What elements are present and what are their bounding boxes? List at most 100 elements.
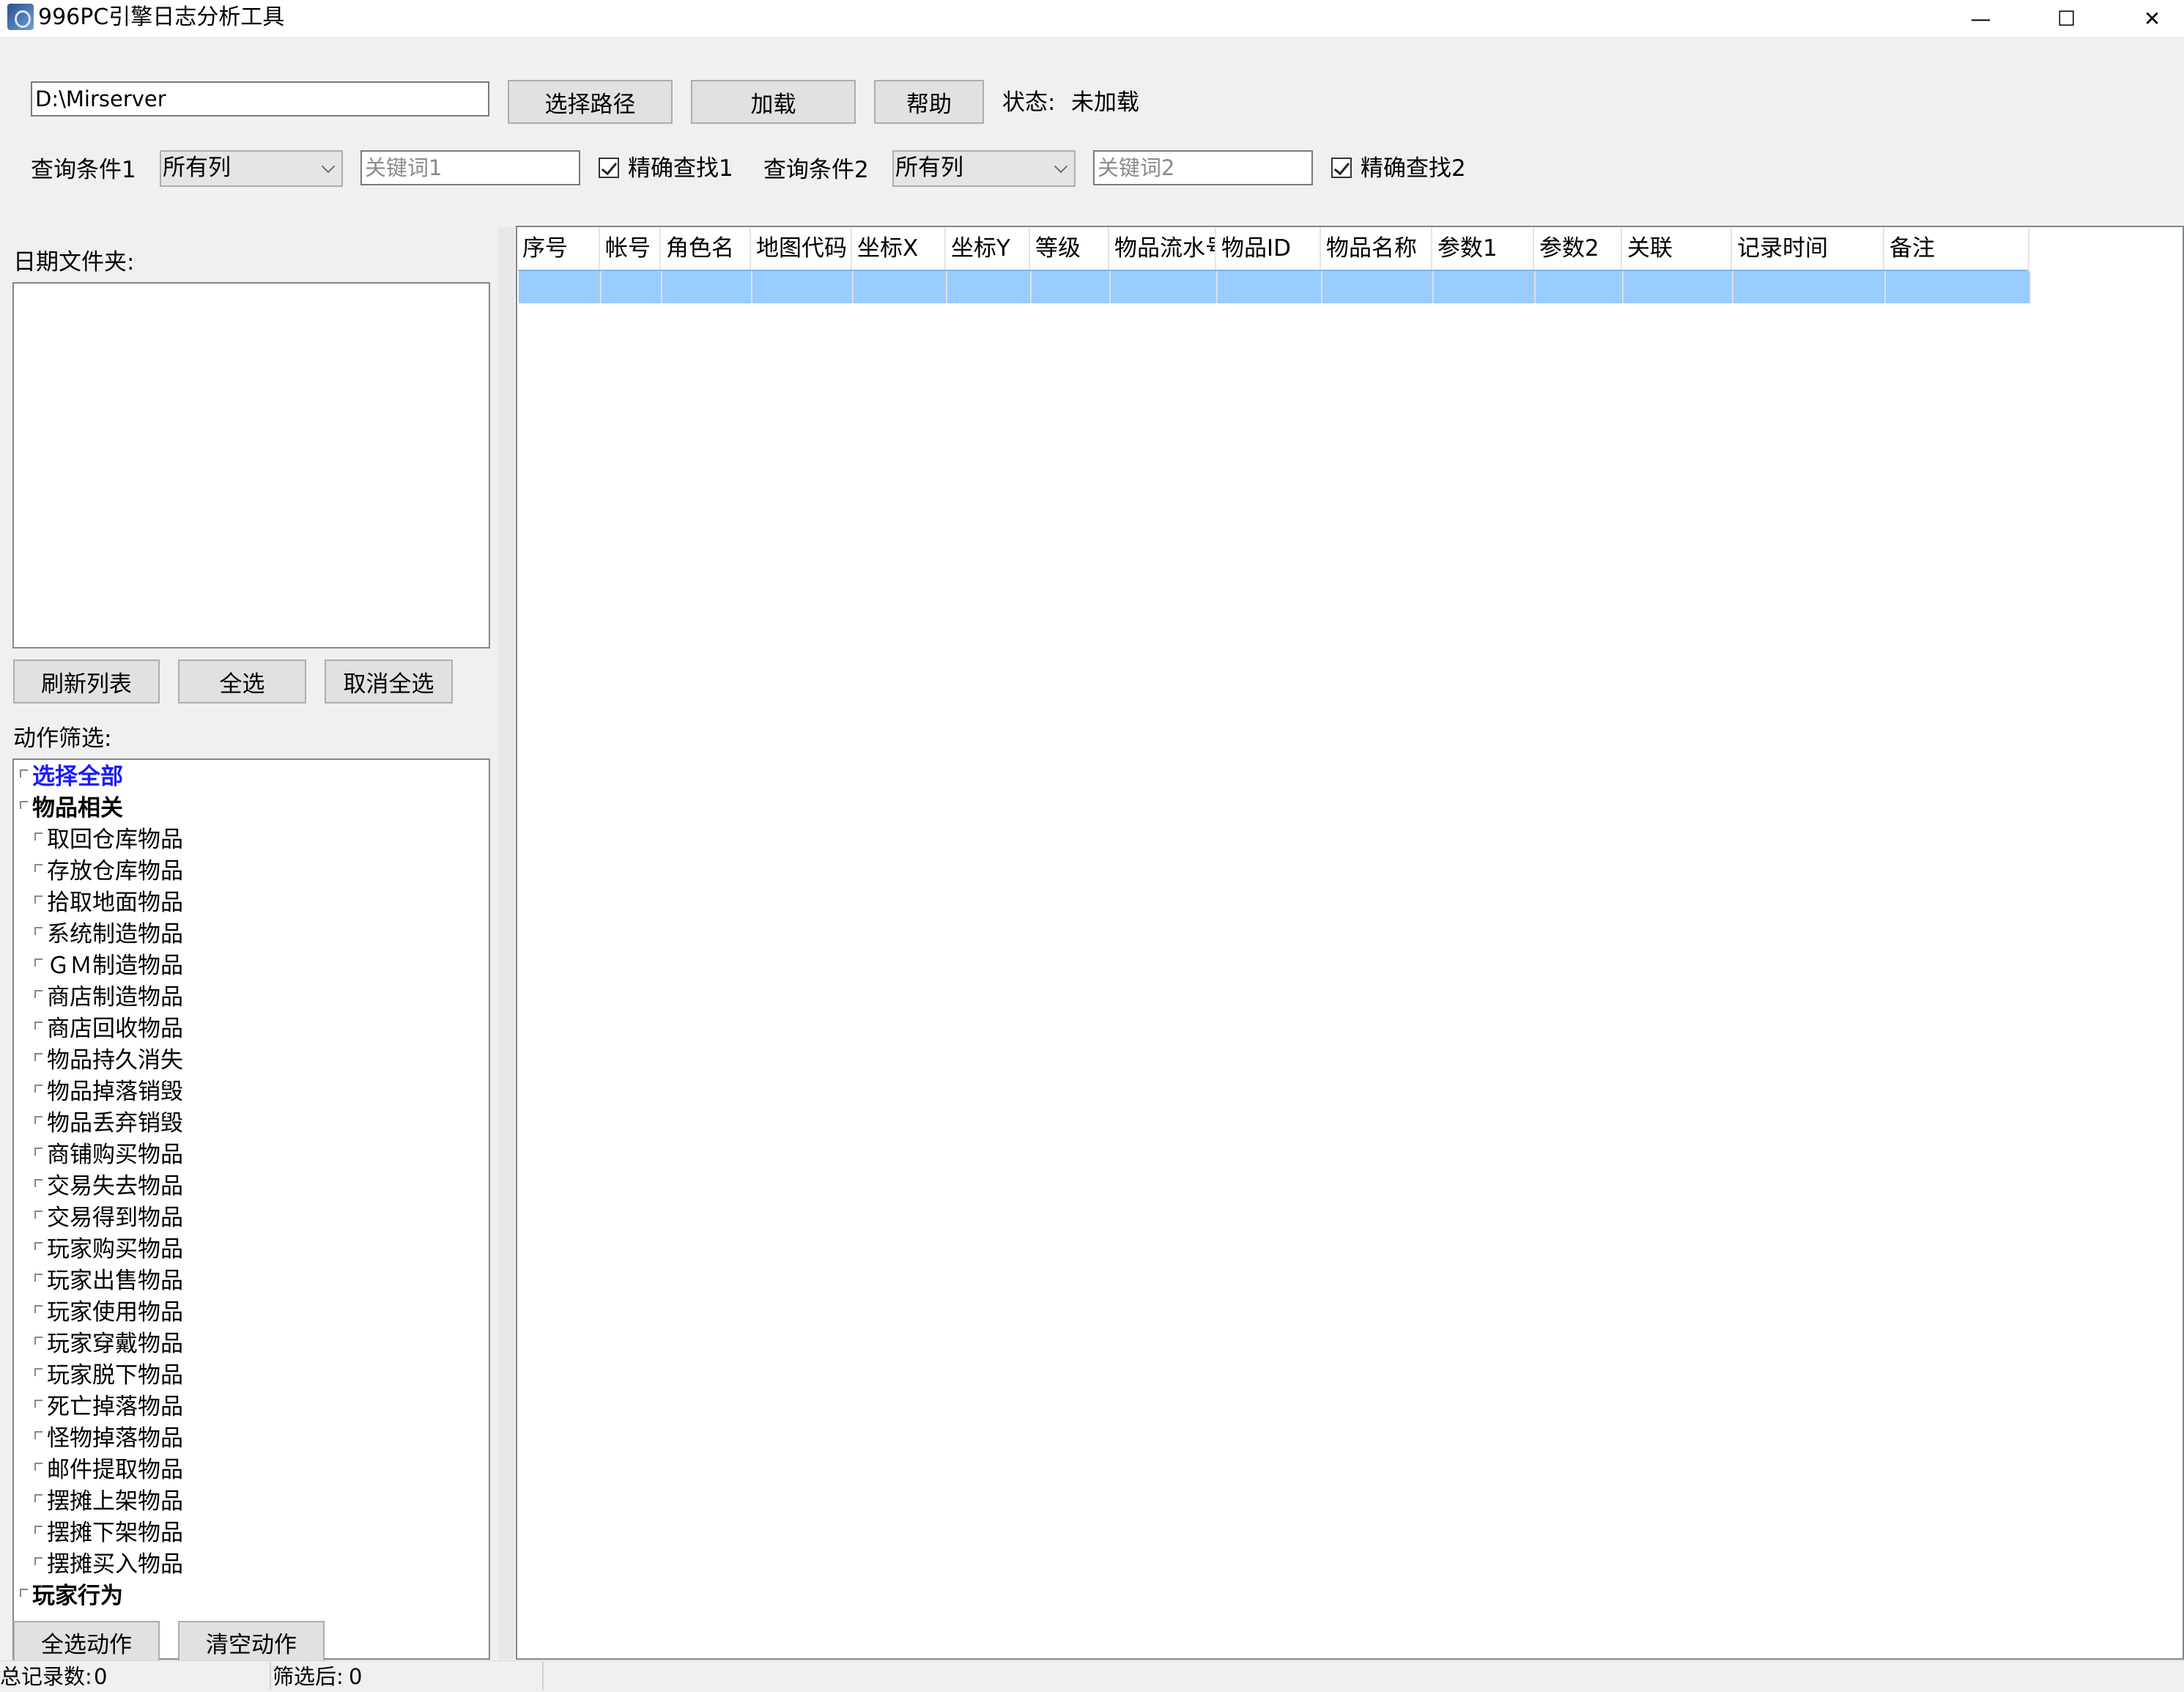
- column-header[interactable]: 参数2: [1534, 227, 1622, 270]
- column-header[interactable]: 物品名称: [1321, 227, 1432, 270]
- close-button[interactable]: ✕: [2109, 0, 2184, 37]
- checkbox-icon[interactable]: [34, 1053, 42, 1061]
- checkbox-icon[interactable]: [34, 1242, 42, 1250]
- checkbox-icon[interactable]: [34, 1526, 42, 1534]
- tree-item[interactable]: 交易失去物品: [18, 1171, 487, 1202]
- table-cell[interactable]: [752, 271, 854, 303]
- table-cell[interactable]: [662, 271, 752, 303]
- table-cell[interactable]: [1111, 271, 1218, 303]
- column-header[interactable]: 坐标X: [852, 227, 946, 270]
- tree-item[interactable]: 物品相关: [18, 793, 487, 824]
- tree-item[interactable]: 物品掉落销毁: [18, 1076, 487, 1108]
- splitter[interactable]: [498, 227, 514, 1660]
- tree-item[interactable]: 玩家购买物品: [18, 1234, 487, 1266]
- minimize-button[interactable]: —: [1938, 0, 2024, 37]
- checkbox-icon[interactable]: [34, 1557, 42, 1565]
- checkbox-icon[interactable]: [34, 1400, 42, 1408]
- exact2-checkbox[interactable]: [1331, 158, 1352, 178]
- checkbox-icon[interactable]: [34, 990, 42, 998]
- column-header[interactable]: 备注: [1884, 227, 2029, 270]
- checkbox-icon[interactable]: [34, 1022, 42, 1030]
- tree-item[interactable]: 死亡掉落物品: [18, 1392, 487, 1423]
- column-header[interactable]: 坐标Y: [946, 227, 1030, 270]
- table-cell[interactable]: [1032, 271, 1111, 303]
- condition1-select[interactable]: 所有列: [160, 150, 343, 187]
- tree-item[interactable]: 交易得到物品: [18, 1202, 487, 1234]
- load-button[interactable]: 加载: [691, 80, 856, 124]
- deselect-all-button[interactable]: 取消全选: [325, 660, 453, 703]
- column-header[interactable]: 角色名: [661, 227, 751, 270]
- checkbox-icon[interactable]: [34, 1148, 42, 1156]
- tree-item[interactable]: 摆摊下架物品: [18, 1518, 487, 1549]
- table-cell[interactable]: [1536, 271, 1624, 303]
- tree-item[interactable]: 玩家脱下物品: [18, 1360, 487, 1392]
- checkbox-icon[interactable]: [34, 1494, 42, 1502]
- checkbox-icon[interactable]: [34, 1116, 42, 1124]
- checkbox-icon[interactable]: [20, 1589, 28, 1597]
- clear-actions-button[interactable]: 清空动作: [178, 1621, 325, 1663]
- action-filter-tree[interactable]: 选择全部 物品相关 取回仓库物品 存放仓库物品 拾取地面物品 系统制造物品 ＧＭ制造物品 商店…: [12, 758, 490, 1660]
- tree-item[interactable]: 邮件提取物品: [18, 1455, 487, 1486]
- checkbox-icon[interactable]: [34, 832, 42, 841]
- tree-item[interactable]: 选择全部: [18, 761, 487, 793]
- date-folder-list[interactable]: [12, 282, 490, 649]
- column-header[interactable]: 参数1: [1432, 227, 1534, 270]
- table-cell[interactable]: [1624, 271, 1733, 303]
- exact1-checkbox[interactable]: [599, 158, 619, 178]
- checkbox-icon[interactable]: [34, 1085, 42, 1093]
- select-path-button[interactable]: 选择路径: [508, 80, 673, 124]
- tree-item[interactable]: 取回仓库物品: [18, 824, 487, 856]
- checkbox-icon[interactable]: [34, 864, 42, 872]
- tree-item[interactable]: 玩家使用物品: [18, 1297, 487, 1329]
- tree-item[interactable]: 怪物掉落物品: [18, 1423, 487, 1455]
- tree-item[interactable]: 玩家穿戴物品: [18, 1329, 487, 1360]
- select-actions-button[interactable]: 全选动作: [13, 1621, 160, 1663]
- table-cell[interactable]: [601, 271, 662, 303]
- tree-item[interactable]: 物品持久消失: [18, 1045, 487, 1076]
- keyword1-input[interactable]: 关键词1: [360, 150, 580, 185]
- checkbox-icon[interactable]: [34, 1368, 42, 1376]
- tree-item[interactable]: 存放仓库物品: [18, 856, 487, 887]
- table-cell[interactable]: [1733, 271, 1886, 303]
- column-header[interactable]: 关联: [1622, 227, 1732, 270]
- checkbox-icon[interactable]: [34, 1305, 42, 1313]
- column-header[interactable]: 物品流水号: [1109, 227, 1216, 270]
- column-header[interactable]: 记录时间: [1732, 227, 1884, 270]
- refresh-list-button[interactable]: 刷新列表: [13, 660, 160, 703]
- path-input[interactable]: D:\Mirserver: [31, 81, 489, 117]
- tree-item[interactable]: 摆摊上架物品: [18, 1486, 487, 1518]
- checkbox-icon[interactable]: [34, 895, 42, 904]
- checkbox-icon[interactable]: [34, 958, 42, 967]
- column-header[interactable]: 物品ID: [1216, 227, 1321, 270]
- tree-item[interactable]: 玩家行为: [18, 1581, 487, 1612]
- tree-item[interactable]: 商店回收物品: [18, 1013, 487, 1045]
- table-cell[interactable]: [1218, 271, 1322, 303]
- select-all-button[interactable]: 全选: [178, 660, 306, 703]
- table-cell[interactable]: [947, 271, 1032, 303]
- column-header[interactable]: 等级: [1030, 227, 1109, 270]
- checkbox-icon[interactable]: [20, 769, 28, 777]
- checkbox-icon[interactable]: [34, 1337, 42, 1345]
- tree-item[interactable]: ＧＭ制造物品: [18, 950, 487, 982]
- checkbox-icon[interactable]: [34, 1274, 42, 1282]
- checkbox-icon[interactable]: [34, 1179, 42, 1187]
- log-table[interactable]: [516, 226, 2184, 1660]
- tree-item[interactable]: 物品丢弃销毁: [18, 1108, 487, 1139]
- tree-item[interactable]: 玩家出售物品: [18, 1266, 487, 1297]
- table-row[interactable]: [519, 270, 2031, 303]
- condition2-select[interactable]: 所有列: [892, 150, 1076, 187]
- tree-item[interactable]: 商铺购买物品: [18, 1139, 487, 1171]
- checkbox-icon[interactable]: [34, 927, 42, 935]
- checkbox-icon[interactable]: [34, 1431, 42, 1439]
- checkbox-icon[interactable]: [20, 801, 28, 809]
- keyword2-input[interactable]: 关键词2: [1093, 150, 1313, 185]
- column-header[interactable]: 序号: [517, 227, 600, 270]
- table-cell[interactable]: [519, 271, 601, 303]
- help-button[interactable]: 帮助: [874, 80, 984, 124]
- tree-item[interactable]: 商店制造物品: [18, 982, 487, 1013]
- table-cell[interactable]: [1886, 271, 2031, 303]
- column-header[interactable]: 地图代码: [751, 227, 852, 270]
- maximize-button[interactable]: ☐: [2024, 0, 2109, 37]
- table-cell[interactable]: [1322, 271, 1434, 303]
- table-cell[interactable]: [1434, 271, 1536, 303]
